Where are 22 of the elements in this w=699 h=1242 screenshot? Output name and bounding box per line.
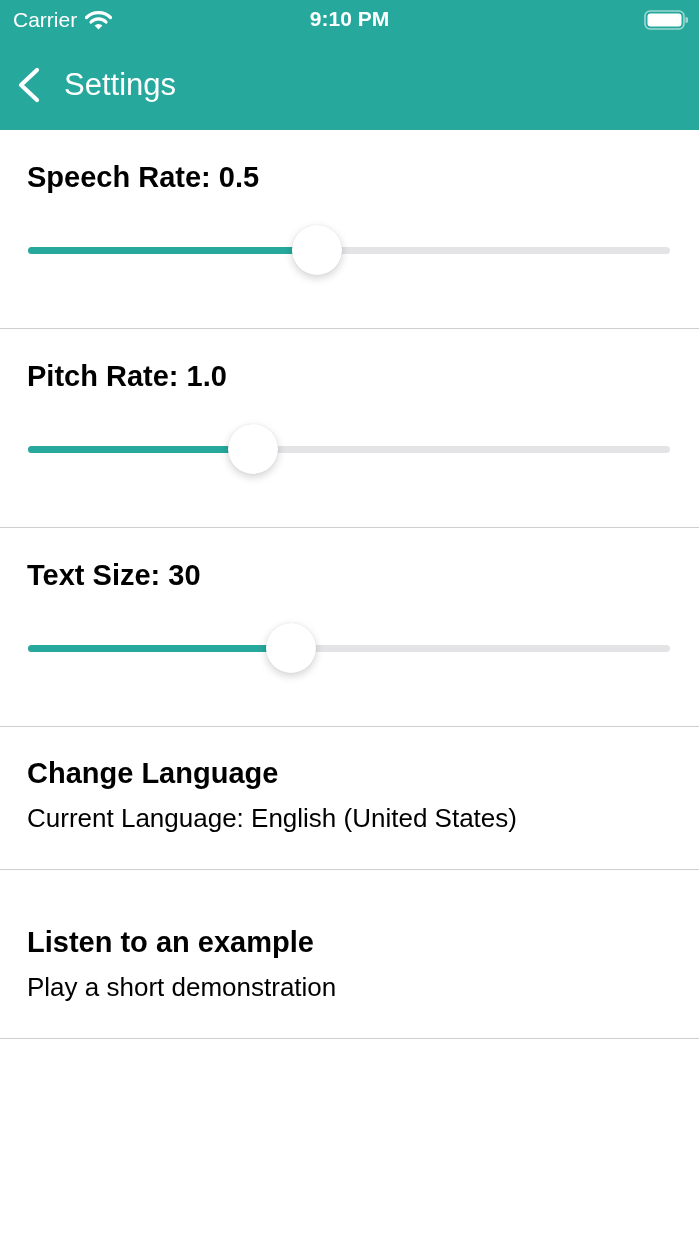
option-title: Listen to an example bbox=[27, 925, 315, 959]
time-label: 9:10 PM bbox=[309, 7, 390, 31]
settings-list-item[interactable]: Listen to an example Play a short demonstration bbox=[0, 870, 699, 1038]
option-title: Change Language bbox=[27, 756, 280, 790]
wifi-icon bbox=[85, 10, 113, 30]
chevron-left-icon bbox=[16, 67, 42, 103]
option-subtitle: Play a short demonstration bbox=[27, 972, 338, 1002]
slider-thumb[interactable] bbox=[291, 225, 342, 275]
page-title: Settings bbox=[64, 67, 176, 103]
slider[interactable] bbox=[28, 225, 670, 275]
carrier-label: Carrier bbox=[13, 8, 78, 32]
battery-icon bbox=[644, 10, 688, 30]
slider[interactable] bbox=[28, 424, 670, 474]
settings-list-item[interactable]: Change Language Current Language: English (United States) bbox=[0, 727, 699, 869]
slider[interactable] bbox=[28, 623, 670, 673]
slider-label: Speech Rate: 0.5 bbox=[27, 160, 261, 194]
slider-label: Pitch Rate: 1.0 bbox=[27, 359, 228, 393]
slider-thumb[interactable] bbox=[266, 623, 317, 673]
option-subtitle: Current Language: English (United States) bbox=[27, 803, 518, 833]
back-button[interactable] bbox=[16, 67, 42, 103]
slider-label: Text Size: 30 bbox=[27, 558, 202, 592]
slider-thumb[interactable] bbox=[227, 424, 278, 474]
